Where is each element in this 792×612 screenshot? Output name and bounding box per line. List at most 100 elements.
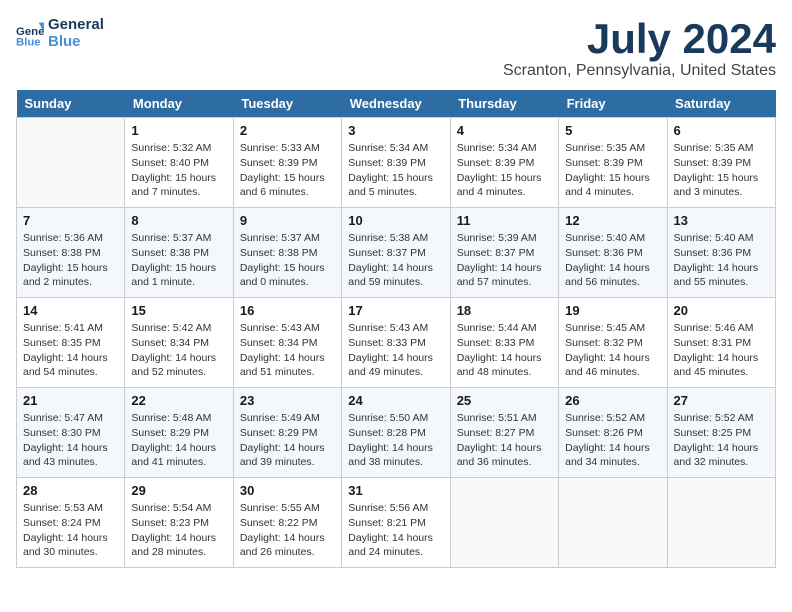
calendar-week-2: 7 Sunrise: 5:36 AMSunset: 8:38 PMDaylight…	[17, 208, 776, 298]
day-info: Sunrise: 5:45 AMSunset: 8:32 PMDaylight:…	[565, 321, 660, 380]
svg-text:Blue: Blue	[16, 36, 41, 47]
day-info: Sunrise: 5:34 AMSunset: 8:39 PMDaylight:…	[457, 141, 552, 200]
weekday-monday: Monday	[125, 90, 233, 118]
calendar-body: 1Sunrise: 5:32 AMSunset: 8:40 PMDaylight…	[17, 118, 776, 568]
day-number: 15	[131, 303, 226, 318]
day-number: 11	[457, 213, 552, 228]
day-info: Sunrise: 5:52 AMSunset: 8:25 PMDaylight:…	[674, 411, 769, 470]
day-info: Sunrise: 5:40 AMSunset: 8:36 PMDaylight:…	[565, 231, 660, 290]
day-info: Sunrise: 5:55 AMSunset: 8:22 PMDaylight:…	[240, 501, 335, 560]
day-number: 21	[23, 393, 118, 408]
day-info: Sunrise: 5:41 AMSunset: 8:35 PMDaylight:…	[23, 321, 118, 380]
day-number: 18	[457, 303, 552, 318]
day-info: Sunrise: 5:39 AMSunset: 8:37 PMDaylight:…	[457, 231, 552, 290]
day-number: 3	[348, 123, 443, 138]
logo: General Blue General Blue	[16, 16, 104, 50]
calendar-cell: 4 Sunrise: 5:34 AMSunset: 8:39 PMDaylight…	[450, 118, 558, 208]
weekday-sunday: Sunday	[17, 90, 125, 118]
calendar-cell: 16 Sunrise: 5:43 AMSunset: 8:34 PMDayligh…	[233, 298, 341, 388]
day-number: 6	[674, 123, 769, 138]
day-number: 16	[240, 303, 335, 318]
day-number: 24	[348, 393, 443, 408]
calendar-cell: 20Sunrise: 5:46 AMSunset: 8:31 PMDayligh…	[667, 298, 775, 388]
day-info: Sunrise: 5:32 AMSunset: 8:40 PMDaylight:…	[131, 141, 226, 200]
calendar-cell: 18 Sunrise: 5:44 AMSunset: 8:33 PMDayligh…	[450, 298, 558, 388]
day-info: Sunrise: 5:43 AMSunset: 8:34 PMDaylight:…	[240, 321, 335, 380]
calendar-cell	[450, 478, 558, 568]
weekday-thursday: Thursday	[450, 90, 558, 118]
day-info: Sunrise: 5:50 AMSunset: 8:28 PMDaylight:…	[348, 411, 443, 470]
weekday-saturday: Saturday	[667, 90, 775, 118]
calendar-cell: 7 Sunrise: 5:36 AMSunset: 8:38 PMDaylight…	[17, 208, 125, 298]
day-number: 20	[674, 303, 769, 318]
calendar-cell: 11 Sunrise: 5:39 AMSunset: 8:37 PMDayligh…	[450, 208, 558, 298]
day-info: Sunrise: 5:53 AMSunset: 8:24 PMDaylight:…	[23, 501, 118, 560]
day-number: 28	[23, 483, 118, 498]
day-number: 9	[240, 213, 335, 228]
month-title: July 2024	[503, 16, 776, 62]
calendar-cell: 19 Sunrise: 5:45 AMSunset: 8:32 PMDayligh…	[559, 298, 667, 388]
calendar-cell: 8 Sunrise: 5:37 AMSunset: 8:38 PMDaylight…	[125, 208, 233, 298]
day-info: Sunrise: 5:34 AMSunset: 8:39 PMDaylight:…	[348, 141, 443, 200]
day-info: Sunrise: 5:56 AMSunset: 8:21 PMDaylight:…	[348, 501, 443, 560]
day-info: Sunrise: 5:33 AMSunset: 8:39 PMDaylight:…	[240, 141, 335, 200]
page-header: General Blue General Blue July 2024 Scra…	[16, 16, 776, 80]
day-number: 22	[131, 393, 226, 408]
calendar-cell: 6 Sunrise: 5:35 AMSunset: 8:39 PMDaylight…	[667, 118, 775, 208]
calendar-cell: 26 Sunrise: 5:52 AMSunset: 8:26 PMDayligh…	[559, 388, 667, 478]
location: Scranton, Pennsylvania, United States	[503, 62, 776, 80]
day-number: 10	[348, 213, 443, 228]
day-info: Sunrise: 5:36 AMSunset: 8:38 PMDaylight:…	[23, 231, 118, 290]
day-info: Sunrise: 5:37 AMSunset: 8:38 PMDaylight:…	[131, 231, 226, 290]
day-number: 25	[457, 393, 552, 408]
calendar-cell	[559, 478, 667, 568]
day-info: Sunrise: 5:35 AMSunset: 8:39 PMDaylight:…	[674, 141, 769, 200]
weekday-friday: Friday	[559, 90, 667, 118]
day-number: 4	[457, 123, 552, 138]
calendar-week-3: 14 Sunrise: 5:41 AMSunset: 8:35 PMDayligh…	[17, 298, 776, 388]
day-info: Sunrise: 5:51 AMSunset: 8:27 PMDaylight:…	[457, 411, 552, 470]
calendar-cell	[17, 118, 125, 208]
day-number: 19	[565, 303, 660, 318]
day-number: 12	[565, 213, 660, 228]
calendar-cell: 30 Sunrise: 5:55 AMSunset: 8:22 PMDayligh…	[233, 478, 341, 568]
day-number: 30	[240, 483, 335, 498]
calendar-cell: 23Sunrise: 5:49 AMSunset: 8:29 PMDayligh…	[233, 388, 341, 478]
day-info: Sunrise: 5:54 AMSunset: 8:23 PMDaylight:…	[131, 501, 226, 560]
calendar-cell: 29 Sunrise: 5:54 AMSunset: 8:23 PMDayligh…	[125, 478, 233, 568]
day-info: Sunrise: 5:44 AMSunset: 8:33 PMDaylight:…	[457, 321, 552, 380]
day-info: Sunrise: 5:43 AMSunset: 8:33 PMDaylight:…	[348, 321, 443, 380]
day-number: 8	[131, 213, 226, 228]
calendar-cell: 13Sunrise: 5:40 AMSunset: 8:36 PMDayligh…	[667, 208, 775, 298]
day-info: Sunrise: 5:48 AMSunset: 8:29 PMDaylight:…	[131, 411, 226, 470]
day-info: Sunrise: 5:52 AMSunset: 8:26 PMDaylight:…	[565, 411, 660, 470]
calendar-cell: 3 Sunrise: 5:34 AMSunset: 8:39 PMDaylight…	[342, 118, 450, 208]
calendar-week-5: 28 Sunrise: 5:53 AMSunset: 8:24 PMDayligh…	[17, 478, 776, 568]
calendar-week-4: 21Sunrise: 5:47 AMSunset: 8:30 PMDayligh…	[17, 388, 776, 478]
day-info: Sunrise: 5:38 AMSunset: 8:37 PMDaylight:…	[348, 231, 443, 290]
weekday-header-row: SundayMondayTuesdayWednesdayThursdayFrid…	[17, 90, 776, 118]
day-info: Sunrise: 5:37 AMSunset: 8:38 PMDaylight:…	[240, 231, 335, 290]
weekday-wednesday: Wednesday	[342, 90, 450, 118]
calendar-cell: 2Sunrise: 5:33 AMSunset: 8:39 PMDaylight…	[233, 118, 341, 208]
calendar-cell: 25 Sunrise: 5:51 AMSunset: 8:27 PMDayligh…	[450, 388, 558, 478]
calendar-cell: 14 Sunrise: 5:41 AMSunset: 8:35 PMDayligh…	[17, 298, 125, 388]
calendar-cell: 22 Sunrise: 5:48 AMSunset: 8:29 PMDayligh…	[125, 388, 233, 478]
day-number: 5	[565, 123, 660, 138]
calendar-week-1: 1Sunrise: 5:32 AMSunset: 8:40 PMDaylight…	[17, 118, 776, 208]
day-number: 26	[565, 393, 660, 408]
day-number: 14	[23, 303, 118, 318]
day-number: 7	[23, 213, 118, 228]
calendar-table: SundayMondayTuesdayWednesdayThursdayFrid…	[16, 90, 776, 568]
title-area: July 2024 Scranton, Pennsylvania, United…	[503, 16, 776, 80]
day-number: 27	[674, 393, 769, 408]
day-number: 13	[674, 213, 769, 228]
calendar-cell: 10 Sunrise: 5:38 AMSunset: 8:37 PMDayligh…	[342, 208, 450, 298]
day-number: 29	[131, 483, 226, 498]
calendar-cell: 5Sunrise: 5:35 AMSunset: 8:39 PMDaylight…	[559, 118, 667, 208]
day-info: Sunrise: 5:49 AMSunset: 8:29 PMDaylight:…	[240, 411, 335, 470]
calendar-cell: 21Sunrise: 5:47 AMSunset: 8:30 PMDayligh…	[17, 388, 125, 478]
day-number: 31	[348, 483, 443, 498]
weekday-tuesday: Tuesday	[233, 90, 341, 118]
calendar-cell: 12 Sunrise: 5:40 AMSunset: 8:36 PMDayligh…	[559, 208, 667, 298]
